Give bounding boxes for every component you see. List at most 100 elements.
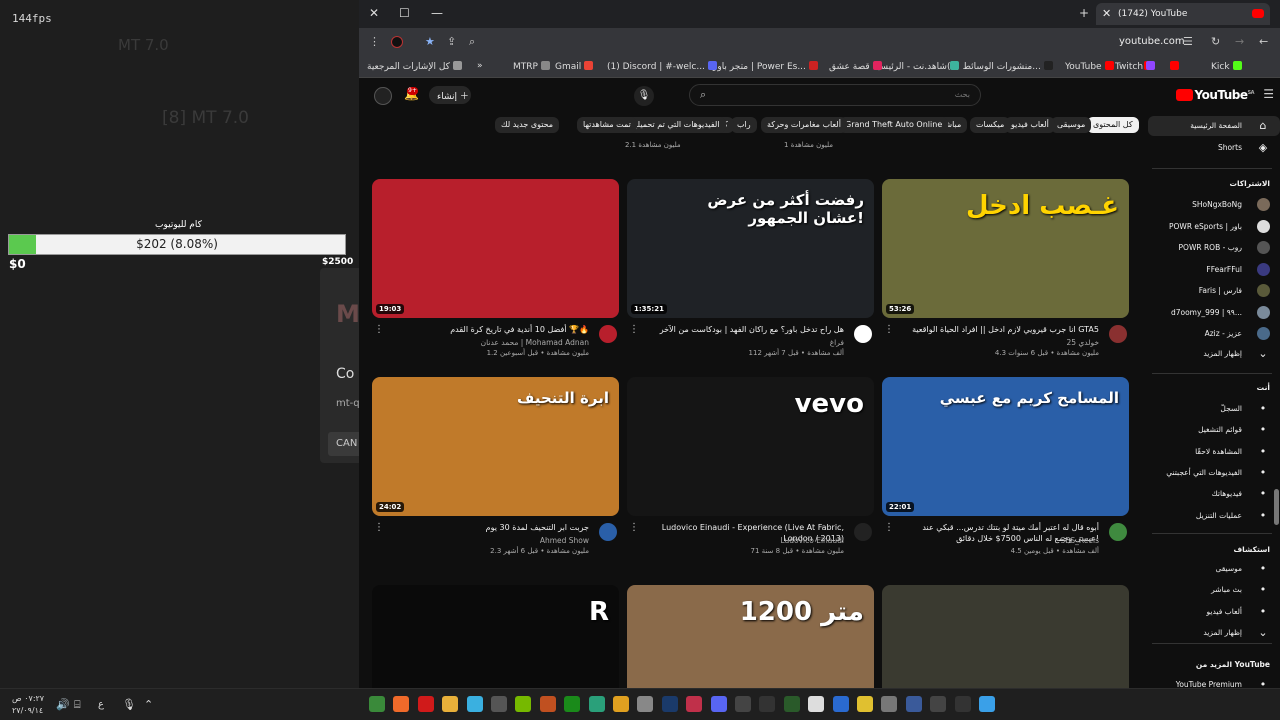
file-icon[interactable] xyxy=(808,696,825,712)
guide-item[interactable]: Aziz - عزيز xyxy=(1148,324,1280,344)
app-icon[interactable] xyxy=(832,696,849,712)
bookmark-item[interactable]: YouTube xyxy=(1065,61,1114,72)
video-thumbnail[interactable]: 1200 متر xyxy=(627,585,874,688)
bookmark-item[interactable]: قصة عشق xyxy=(829,61,882,72)
search-icon[interactable]: ⌕ xyxy=(700,88,706,102)
channel-name[interactable]: محمد عدنان | Mohamad Adnan xyxy=(481,338,589,347)
app-icon[interactable] xyxy=(491,696,507,712)
network-icon[interactable]: ⌸ xyxy=(74,698,81,712)
app-icon[interactable] xyxy=(783,696,800,712)
new-tab-icon[interactable]: + xyxy=(1079,6,1089,20)
video-card[interactable]: 19:03 أفضل 10 أندية في تاريخ كرة القدم 🏆🔥… xyxy=(372,179,619,368)
guide-item[interactable]: Faris | فارس xyxy=(1148,281,1280,301)
chrome-icon[interactable] xyxy=(442,696,459,712)
clock-time[interactable]: ٠٧:٢٧ ص xyxy=(12,694,44,703)
account-avatar[interactable] xyxy=(374,87,392,105)
guide-item[interactable]: بث مباشر • xyxy=(1148,580,1280,600)
more-actions-icon[interactable]: ⋮ xyxy=(629,522,639,533)
more-actions-icon[interactable]: ⋮ xyxy=(629,324,639,335)
video-thumbnail[interactable]: المسامح كريم مع عبسي 22:01 xyxy=(882,377,1129,516)
guide-item[interactable]: ألعاب فيديو • xyxy=(1148,602,1280,622)
close-window-icon[interactable]: ✕ xyxy=(369,6,379,20)
video-thumbnail[interactable]: vevo xyxy=(627,377,874,516)
maximize-icon[interactable]: ☐ xyxy=(399,6,410,20)
guide-item[interactable]: الصفحة الرئيسية ⌂ xyxy=(1148,116,1280,136)
video-card[interactable]: غـصب ادخل 53:26 انا جرب قيرويي لازم ادخل |… xyxy=(882,179,1129,368)
filter-chip[interactable]: موسيقى xyxy=(1051,117,1092,133)
video-thumbnail[interactable]: رفضت أكثر من عرض عشان الجمهور! 1:35:21 xyxy=(627,179,874,318)
bookmark-item[interactable]: (1) Discord | #-welc... xyxy=(607,61,717,72)
guide-item[interactable]: فيديوهاتك • xyxy=(1148,484,1280,504)
xbox-icon[interactable] xyxy=(564,696,581,712)
more-actions-icon[interactable]: ⋮ xyxy=(884,324,894,335)
app-icon[interactable] xyxy=(588,696,605,712)
filter-chip[interactable]: محتوى جديد لك xyxy=(495,117,560,133)
brave-icon[interactable] xyxy=(393,696,410,712)
channel-avatar[interactable] xyxy=(599,523,617,541)
zoom-icon[interactable]: ⌕ xyxy=(469,35,475,49)
app-icon[interactable] xyxy=(539,696,556,712)
guide-item[interactable]: عمليات التنزيل • xyxy=(1148,506,1280,526)
filter-chip[interactable]: راب xyxy=(731,117,757,133)
filter-chip[interactable]: كل المحتوى xyxy=(1087,117,1139,133)
page-scrollbar[interactable] xyxy=(1274,489,1279,525)
filter-chip[interactable]: ألعاب فيديو xyxy=(1005,117,1055,133)
guide-item[interactable]: FFearFFul xyxy=(1148,260,1280,280)
nvidia-app-icon[interactable] xyxy=(515,696,532,712)
video-card[interactable]: المسامح كريم مع عبسي 22:01 أبوه قال له اعت… xyxy=(882,377,1129,566)
video-thumbnail[interactable]: غـصب ادخل 53:26 xyxy=(882,179,1129,318)
settings-icon[interactable] xyxy=(637,696,654,712)
microphone-icon[interactable]: 🎙 xyxy=(122,698,136,711)
channel-name[interactable]: خولدي 25 xyxy=(1066,338,1099,347)
back-icon[interactable]: ← xyxy=(1259,35,1268,48)
channel-name[interactable]: 3BS_Reels xyxy=(1061,536,1099,545)
video-card[interactable]: R xyxy=(372,585,619,688)
channel-avatar[interactable] xyxy=(1109,523,1127,541)
app-icon[interactable] xyxy=(759,696,776,712)
menu-dots-icon[interactable]: ⋮ xyxy=(369,35,380,48)
guide-item[interactable]: SHoNgxBoNg xyxy=(1148,195,1280,215)
guide-item[interactable]: POWR ROB - روب xyxy=(1148,238,1280,258)
video-card[interactable]: 1200 متر xyxy=(627,585,874,688)
create-button[interactable]: إنشاء ＋ xyxy=(429,86,471,104)
forward-icon[interactable]: → xyxy=(1235,35,1244,48)
more-actions-icon[interactable]: ⋮ xyxy=(374,522,384,533)
bookmark-item[interactable]: Kick xyxy=(1211,61,1242,72)
nvidia-icon[interactable] xyxy=(466,696,483,712)
bookmark-item[interactable]: Gmail xyxy=(555,61,594,72)
video-card[interactable]: vevo Ludovico Einaudi - Experience (Live … xyxy=(627,377,874,566)
discord-icon[interactable] xyxy=(710,696,727,712)
video-card[interactable]: ابرة التنحيف 24:02 جربت ابر التنحيف لمدة 3… xyxy=(372,377,619,566)
tray-chevron-icon[interactable]: ⌃ xyxy=(144,698,153,711)
bookmark-item[interactable]: شاهد.نت - الرئيسية xyxy=(873,61,959,72)
profile-icon[interactable] xyxy=(391,36,403,48)
more-actions-icon[interactable]: ⋮ xyxy=(884,522,894,533)
bookmark-item[interactable]: كل الإشارات المرجعية xyxy=(367,61,462,72)
guide-item[interactable]: YouTube Premium • xyxy=(1148,675,1280,688)
url-field[interactable]: youtube.com xyxy=(1119,36,1185,47)
filter-chip[interactable]: Grand Theft Auto Online xyxy=(839,117,949,133)
video-thumbnail[interactable]: 19:03 xyxy=(372,179,619,318)
bookmark-item[interactable]: (1) منشورات الوسائط... xyxy=(947,61,1053,72)
guide-item[interactable]: POWR eSports | باور xyxy=(1148,217,1280,237)
video-thumbnail[interactable]: ابرة التنحيف 24:02 xyxy=(372,377,619,516)
video-thumbnail[interactable]: R xyxy=(372,585,619,688)
channel-avatar[interactable] xyxy=(599,325,617,343)
search-input[interactable]: ⌕ بحث xyxy=(689,84,981,106)
youtube-logo[interactable]: YouTubeSA xyxy=(1175,88,1255,102)
steam-icon[interactable] xyxy=(661,696,678,712)
video-card[interactable]: رفضت أكثر من عرض عشان الجمهور! 1:35:21 هل … xyxy=(627,179,874,368)
guide-item[interactable]: إظهار المزيد ⌄ xyxy=(1148,344,1280,364)
guide-item[interactable]: قوائم التشغيل • xyxy=(1148,420,1280,440)
video-title[interactable]: جربت ابر التنحيف لمدة 30 يوم xyxy=(389,522,589,533)
guide-menu-icon[interactable]: ☰ xyxy=(1263,87,1274,101)
guide-item[interactable]: d7oomy_999 | ٩٩... xyxy=(1148,303,1280,323)
filter-chip[interactable]: ميكسات xyxy=(970,117,1011,133)
channel-avatar[interactable] xyxy=(1109,325,1127,343)
share-icon[interactable]: ⇪ xyxy=(447,35,456,48)
guide-item[interactable]: إظهار المزيد ⌄ xyxy=(1148,623,1280,643)
app-icon[interactable] xyxy=(857,696,873,712)
channel-name[interactable]: Ahmed Show xyxy=(540,536,589,545)
video-title[interactable]: هل راح تدخل باور؟ مع راكان الفهد | بودكا… xyxy=(644,324,844,335)
settings-icon[interactable] xyxy=(881,696,898,712)
